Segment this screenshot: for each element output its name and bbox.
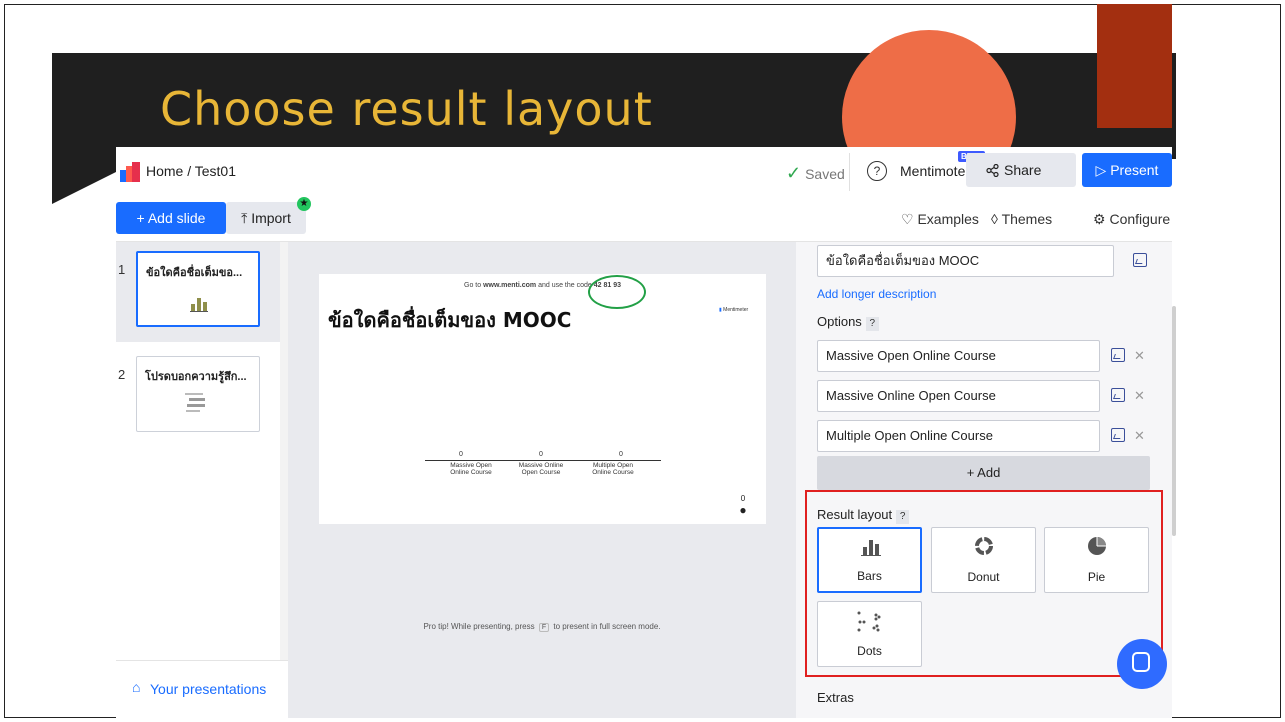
close-icon[interactable]: ✕ [1134, 428, 1145, 444]
slide-thumbnail-title: โปรดบอกความรู้สึก... [145, 371, 247, 383]
present-label: Present [1110, 162, 1159, 178]
saved-label: Saved [805, 166, 845, 182]
share-button[interactable]: Share [966, 153, 1076, 187]
image-icon[interactable] [1133, 253, 1147, 267]
saved-status: ✓ Saved [786, 163, 845, 184]
import-label: Import [251, 210, 291, 226]
slide-sidebar: 1 ข้อใดคือชื่อเต็มขอ... 2 โปรดบอกความรู้… [116, 242, 288, 719]
vote-count: 0 [459, 451, 463, 458]
chart-axis [425, 460, 661, 461]
question-input[interactable]: ข้อใดคือชื่อเต็มของ MOOC [817, 245, 1114, 277]
vote-count: 0 [619, 451, 623, 458]
themes-link[interactable]: ◊ Themes [991, 211, 1052, 227]
add-slide-button[interactable]: + Add slide [116, 202, 226, 234]
options-label: Options [817, 314, 862, 329]
help-icon[interactable]: ? [867, 161, 887, 181]
participant-count: 0 ● [737, 494, 749, 517]
divider [849, 153, 850, 191]
add-description-link[interactable]: Add longer description [817, 287, 936, 301]
slide-list-item[interactable]: 2 โปรดบอกความรู้สึก... [116, 347, 280, 447]
close-icon[interactable]: ✕ [1134, 388, 1145, 404]
bar-chart-icon [190, 298, 208, 312]
close-icon[interactable]: ✕ [1134, 348, 1145, 364]
your-presentations-label: Your presentations [150, 681, 267, 697]
configure-link[interactable]: ⚙ Configure [1093, 211, 1170, 228]
slide-thumbnail[interactable]: โปรดบอกความรู้สึก... [136, 356, 260, 432]
play-icon: ▷ [1095, 162, 1111, 178]
brand-bars-icon: ▮ [719, 307, 722, 313]
join-prefix: Go to [464, 282, 484, 289]
highlight-box [805, 490, 1163, 677]
participant-number: 0 [740, 494, 746, 503]
slide-number: 2 [118, 367, 126, 382]
themes-label: Themes [1001, 211, 1053, 227]
slide-list-item[interactable]: 1 ข้อใดคือชื่อเต็มขอ... [116, 242, 280, 342]
your-presentations-link[interactable]: ⌂ Your presentations [116, 660, 288, 719]
import-button[interactable]: ⤒ Import [226, 202, 306, 234]
join-site: www.menti.com [483, 282, 537, 289]
home-icon: ⌂ [132, 679, 141, 695]
present-button[interactable]: ▷ Present [1082, 153, 1172, 187]
code-highlight-circle [588, 275, 646, 309]
option-label: Massive Online Open Course [518, 462, 564, 476]
examples-link[interactable]: ♡ Examples [901, 211, 979, 228]
image-icon[interactable] [1111, 428, 1125, 442]
configure-label: Configure [1109, 211, 1171, 227]
examples-label: Examples [917, 211, 979, 227]
option-input[interactable]: Massive Online Open Course [817, 380, 1100, 412]
toolbar: + Add slide ⤒ Import ★ ♡ Examples ◊ Them… [116, 197, 1172, 242]
share-icon [986, 164, 999, 177]
f-key: F [538, 623, 550, 632]
slide-title: Choose result layout [160, 82, 653, 136]
lightbulb-icon: ♡ [901, 211, 918, 227]
option-label: Massive Open Online Course [450, 462, 492, 476]
mentimote-button[interactable]: Mentimote [900, 163, 965, 179]
star-icon: ★ [297, 197, 311, 211]
option-input[interactable]: Multiple Open Online Course [817, 420, 1100, 452]
slide-thumbnail-title: ข้อใดคือชื่อเต็มขอ... [146, 267, 243, 279]
preview-question: ข้อใดคือชื่อเต็มของ MOOC [328, 308, 572, 332]
pro-tip-text: Pro tip! While presenting, press [423, 622, 535, 631]
image-icon[interactable] [1111, 388, 1125, 402]
join-instructions: Go to www.menti.com and use the code 42 … [319, 282, 766, 289]
sidebar-scrollbar[interactable] [280, 242, 288, 662]
slide-canvas: Go to www.menti.com and use the code 42 … [288, 242, 796, 718]
top-bar: Home / Test01 ✓Saved ? Mentimote BETA Sh… [116, 147, 1172, 197]
join-middle: and use the code [536, 282, 594, 289]
person-icon: ● [739, 503, 747, 517]
word-cloud-icon [185, 393, 205, 412]
check-icon: ✓ [786, 163, 802, 183]
slide-preview[interactable]: Go to www.menti.com and use the code 42 … [319, 274, 766, 524]
share-label: Share [1004, 162, 1042, 178]
mentimeter-logo-icon[interactable] [120, 162, 140, 182]
upload-icon: ⤒ [241, 210, 252, 226]
chat-icon[interactable] [1117, 639, 1167, 689]
option-label: Multiple Open Online Course [592, 462, 634, 476]
extras-heading: Extras [817, 690, 854, 705]
brand-label: Mentimeter [723, 307, 749, 313]
editor-scrollbar[interactable] [1172, 306, 1176, 536]
add-option-button[interactable]: + Add [817, 456, 1150, 490]
option-input[interactable]: Massive Open Online Course [817, 340, 1100, 372]
help-icon[interactable]: ? [865, 317, 879, 331]
options-heading: Options? [817, 314, 879, 331]
breadcrumb[interactable]: Home / Test01 [146, 163, 236, 179]
pro-tip: Pro tip! While presenting, press F to pr… [288, 622, 796, 632]
themes-icon: ◊ [991, 211, 1002, 227]
vote-count: 0 [539, 451, 543, 458]
gear-icon: ⚙ [1093, 211, 1110, 227]
slide-number: 1 [118, 262, 126, 277]
slide-thumbnail[interactable]: ข้อใดคือชื่อเต็มขอ... [136, 251, 260, 327]
mentimeter-brand: ▮ Mentimeter [719, 307, 748, 313]
decorative-block [1097, 4, 1172, 128]
pro-tip-text-end: to present in full screen mode. [553, 622, 661, 631]
image-icon[interactable] [1111, 348, 1125, 362]
